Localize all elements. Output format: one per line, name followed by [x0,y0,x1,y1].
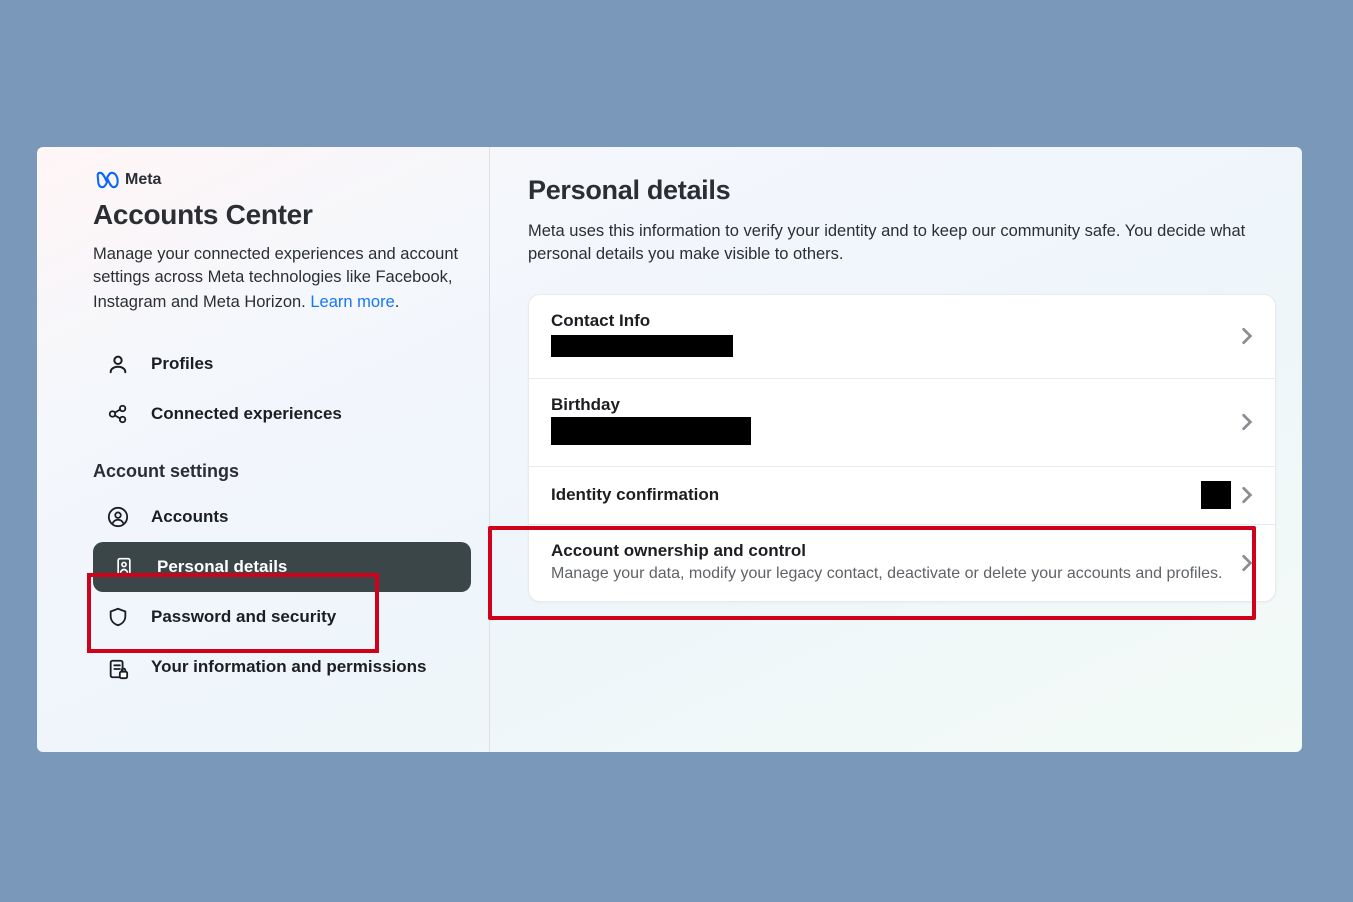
page-description: Meta uses this information to verify you… [528,220,1276,266]
row-contact-info[interactable]: Contact Info [529,295,1275,379]
row-title: Identity confirmation [551,485,1241,505]
document-lock-icon [105,656,131,680]
redacted-value [551,335,733,357]
sidebar: Meta Accounts Center Manage your connect… [37,147,490,752]
sidebar-item-info-permissions[interactable]: Your information and permissions [93,642,471,694]
sidebar-item-label: Accounts [151,507,228,527]
sidebar-description: Manage your connected experiences and ac… [93,243,471,313]
row-title: Account ownership and control [551,541,1241,561]
personal-details-card: Contact Info Birthday Identity con [528,294,1276,602]
sidebar-item-profiles[interactable]: Profiles [93,339,471,389]
row-title: Birthday [551,395,1241,415]
row-title: Contact Info [551,311,1241,331]
user-icon [105,353,131,375]
brand: Meta [93,171,471,189]
sidebar-section-label: Account settings [93,461,471,482]
row-subtitle: Manage your data, modify your legacy con… [551,563,1241,585]
row-identity-confirmation[interactable]: Identity confirmation [529,467,1275,525]
redacted-value [551,417,751,445]
sidebar-item-accounts[interactable]: Accounts [93,492,471,542]
sidebar-item-label: Password and security [151,607,336,627]
account-circle-icon [105,506,131,528]
shield-icon [105,606,131,628]
chevron-right-icon [1241,486,1253,504]
redacted-value [1201,481,1231,509]
accounts-center-window: Meta Accounts Center Manage your connect… [37,147,1302,752]
meta-logo-icon [93,171,119,189]
row-birthday[interactable]: Birthday [529,379,1275,467]
row-account-ownership-control[interactable]: Account ownership and control Manage you… [529,525,1275,601]
sidebar-item-personal-details[interactable]: Personal details [93,542,471,592]
sidebar-item-connected-experiences[interactable]: Connected experiences [93,389,471,439]
sidebar-item-label: Profiles [151,354,213,374]
learn-more-link[interactable]: Learn more [310,291,394,314]
sidebar-item-password-security[interactable]: Password and security [93,592,471,642]
chevron-right-icon [1241,554,1253,572]
sidebar-item-label: Personal details [157,557,287,577]
sidebar-nav: Profiles Connected experiences Account s… [93,339,471,694]
page-title: Personal details [528,175,1276,206]
id-badge-icon [111,556,137,578]
chevron-right-icon [1241,413,1253,431]
sidebar-item-label: Your information and permissions [151,656,427,678]
brand-text: Meta [125,171,161,189]
share-nodes-icon [105,403,131,425]
main-panel: Personal details Meta uses this informat… [490,147,1302,752]
chevron-right-icon [1241,327,1253,345]
sidebar-item-label: Connected experiences [151,404,342,424]
sidebar-title: Accounts Center [93,199,471,231]
